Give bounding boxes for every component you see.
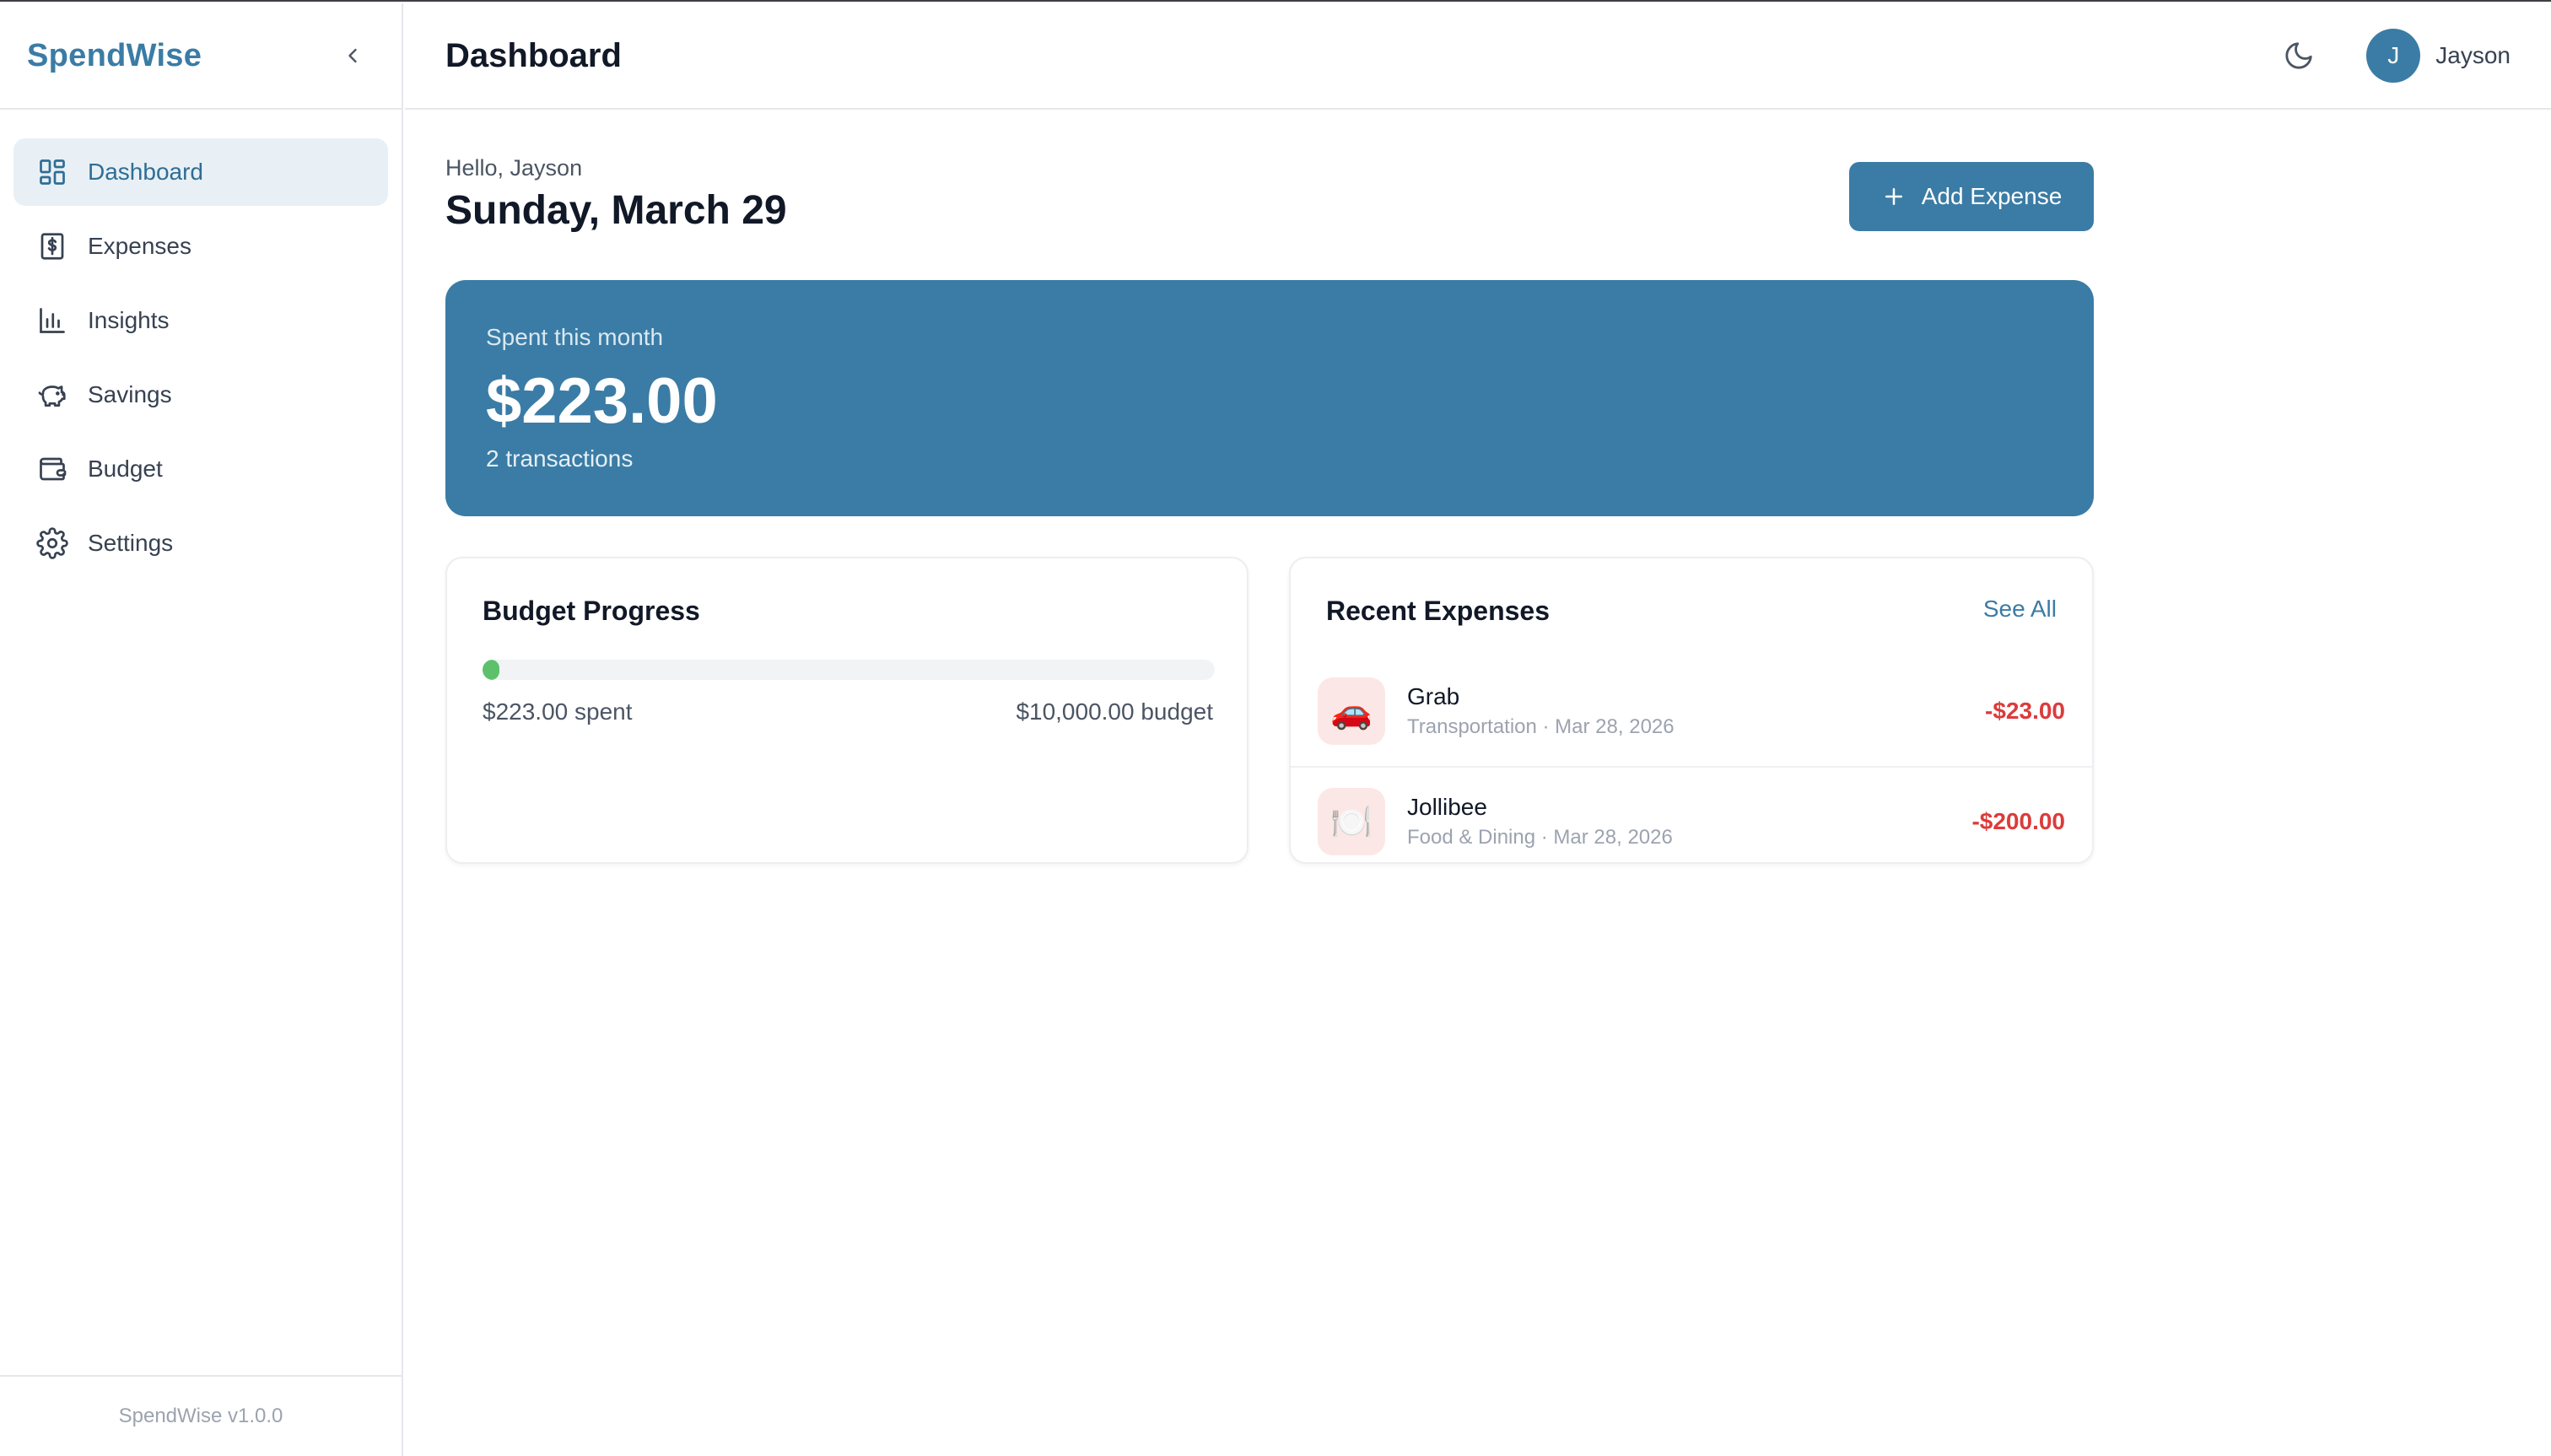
dashboard-grid-icon — [35, 155, 69, 189]
spend-label: Spent this month — [486, 324, 664, 350]
sidebar-item-settings[interactable]: Settings — [13, 510, 388, 577]
expense-row[interactable]: 🚗 Grab Transportation · Mar 28, 2026 -$2… — [1291, 656, 2092, 766]
moon-icon — [2285, 42, 2312, 69]
sidebar-item-dashboard[interactable]: Dashboard — [13, 138, 388, 206]
sidebar-item-label: Savings — [88, 381, 172, 407]
app-frame: SpendWise Dashboard Expenses Insights Sa… — [0, 0, 2551, 1456]
piggy-bank-icon — [35, 378, 69, 412]
sidebar-item-expenses[interactable]: Expenses — [13, 213, 388, 280]
expense-row[interactable]: 🍽️ Jollibee Food & Dining · Mar 28, 2026… — [1291, 766, 2092, 876]
greeting-text: Hello, Jayson — [445, 155, 583, 181]
user-name[interactable]: Jayson — [2435, 42, 2511, 69]
chevron-left-icon — [348, 48, 357, 63]
sidebar-item-label: Insights — [88, 307, 170, 333]
add-expense-label: Add Expense — [1921, 183, 2063, 209]
app-version: SpendWise v1.0.0 — [0, 1375, 402, 1456]
spend-amount: $223.00 — [486, 365, 718, 437]
expense-list: 🚗 Grab Transportation · Mar 28, 2026 -$2… — [1291, 656, 2092, 876]
budget-total-label: $10,000.00 budget — [1016, 698, 1213, 725]
collapse-sidebar-button[interactable] — [336, 39, 369, 73]
sidebar: SpendWise Dashboard Expenses Insights Sa… — [0, 3, 403, 1456]
wallet-icon — [35, 452, 69, 486]
expense-amount: -$23.00 — [1985, 698, 2065, 724]
sidebar-item-savings[interactable]: Savings — [13, 361, 388, 429]
car-icon: 🚗 — [1318, 677, 1385, 745]
expense-amount: -$200.00 — [1971, 808, 2065, 834]
expense-details: Grab Transportation · Mar 28, 2026 — [1407, 683, 1985, 739]
page-title: Dashboard — [445, 36, 622, 74]
sidebar-item-label: Budget — [88, 456, 163, 482]
expense-name: Grab — [1407, 683, 1460, 709]
budget-progress-fill — [483, 660, 499, 680]
budget-spent-label: $223.00 spent — [483, 698, 633, 725]
current-date: Sunday, March 29 — [445, 188, 787, 233]
sidebar-item-insights[interactable]: Insights — [13, 287, 388, 354]
monthly-spend-card: Spent this month $223.00 2 transactions — [445, 280, 2094, 516]
sidebar-item-budget[interactable]: Budget — [13, 435, 388, 503]
expense-meta: Food & Dining · Mar 28, 2026 — [1407, 826, 1673, 849]
top-header: Dashboard J Jayson — [405, 3, 2551, 110]
brand-row: SpendWise — [0, 3, 402, 110]
recent-expenses-title: Recent Expenses — [1326, 596, 1551, 626]
see-all-link[interactable]: See All — [1983, 596, 2057, 623]
transaction-count: 2 transactions — [486, 445, 634, 472]
sidebar-item-label: Dashboard — [88, 159, 203, 185]
expense-details: Jollibee Food & Dining · Mar 28, 2026 — [1407, 794, 1971, 849]
add-expense-button[interactable]: Add Expense — [1849, 162, 2094, 231]
budget-progress-title: Budget Progress — [483, 596, 700, 626]
expense-name: Jollibee — [1407, 794, 1487, 820]
bar-chart-icon — [35, 304, 69, 337]
gear-icon — [35, 526, 69, 560]
budget-progress-card: Budget Progress $223.00 spent $10,000.00… — [445, 557, 1249, 864]
plus-icon — [1881, 184, 1907, 209]
main-content: Hello, Jayson Sunday, March 29 Add Expen… — [445, 110, 2094, 864]
brand-logo[interactable]: SpendWise — [27, 38, 202, 74]
avatar[interactable]: J — [2366, 29, 2421, 83]
expense-meta: Transportation · Mar 28, 2026 — [1407, 715, 1675, 738]
header-actions: J Jayson — [2275, 29, 2511, 83]
sidebar-nav: Dashboard Expenses Insights Savings Budg… — [0, 110, 402, 577]
theme-toggle-button[interactable] — [2275, 32, 2322, 79]
greeting-row: Hello, Jayson Sunday, March 29 Add Expen… — [445, 110, 2094, 287]
budget-progress-bar — [483, 660, 1215, 680]
sidebar-item-label: Settings — [88, 530, 174, 556]
plate-cutlery-icon: 🍽️ — [1318, 788, 1385, 855]
sidebar-item-label: Expenses — [88, 233, 191, 259]
recent-expenses-card: Recent Expenses See All 🚗 Grab Transport… — [1289, 557, 2094, 864]
receipt-dollar-icon — [35, 229, 69, 263]
